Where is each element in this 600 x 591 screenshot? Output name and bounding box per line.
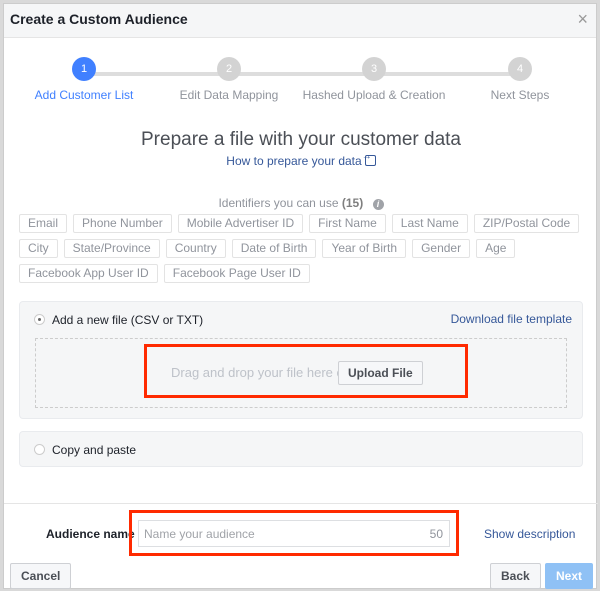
step-label: Add Customer List bbox=[34, 88, 134, 102]
tag-row: Email Phone Number Mobile Advertiser ID … bbox=[19, 214, 580, 233]
identifier-tag: Facebook App User ID bbox=[19, 264, 158, 283]
identifier-tag: First Name bbox=[309, 214, 386, 233]
identifier-tag: Country bbox=[165, 239, 226, 258]
highlight-box-audience-name bbox=[129, 510, 459, 556]
step-4: 4 Next Steps bbox=[440, 57, 600, 102]
identifier-tag: State/Province bbox=[63, 239, 160, 258]
identifier-tag: Age bbox=[476, 239, 516, 258]
identifiers-count: (15) bbox=[341, 196, 364, 210]
tag-row: Facebook App User ID Facebook Page User … bbox=[19, 264, 579, 283]
footer-divider bbox=[4, 503, 598, 504]
identifier-tag: Last Name bbox=[391, 214, 468, 233]
copy-paste-radio[interactable] bbox=[34, 444, 45, 455]
step-3: 3 Hashed Upload & Creation bbox=[294, 57, 454, 102]
stepper: 1 Add Customer List 2 Edit Data Mapping … bbox=[4, 57, 598, 107]
close-icon[interactable]: × bbox=[577, 10, 588, 28]
identifier-tag: ZIP/Postal Code bbox=[473, 214, 580, 233]
dialog-title: Create a Custom Audience bbox=[10, 11, 188, 27]
identifier-tag: City bbox=[19, 239, 58, 258]
page-title: Prepare a file with your customer data bbox=[141, 129, 461, 150]
tag-row: City State/Province Country Date of Birt… bbox=[19, 239, 579, 258]
step-1: 1 Add Customer List bbox=[4, 57, 164, 102]
step-label: Hashed Upload & Creation bbox=[302, 88, 446, 102]
cancel-button[interactable]: Cancel bbox=[10, 563, 72, 589]
upload-file-radio[interactable] bbox=[34, 314, 45, 325]
back-button[interactable]: Back bbox=[490, 563, 541, 589]
identifier-tag: Gender bbox=[412, 239, 471, 258]
identifier-tag: Facebook Page User ID bbox=[163, 264, 310, 283]
identifier-tag: Date of Birth bbox=[231, 239, 317, 258]
upload-file-label[interactable]: Add a new file (CSV or TXT) bbox=[52, 313, 203, 327]
identifier-tag: Mobile Advertiser ID bbox=[177, 214, 304, 233]
external-link-icon bbox=[362, 151, 376, 166]
identifier-tag: Phone Number bbox=[73, 214, 172, 233]
step-number: 3 bbox=[362, 57, 386, 81]
identifier-tag: Year of Birth bbox=[322, 239, 407, 258]
identifiers-heading: Identifiers you can use (15) i bbox=[4, 196, 598, 210]
step-number: 2 bbox=[217, 57, 241, 81]
info-icon[interactable]: i bbox=[372, 199, 384, 210]
create-custom-audience-dialog: Create a Custom Audience × 1 Add Custome… bbox=[3, 3, 598, 589]
step-number: 1 bbox=[72, 57, 96, 81]
dialog-header: Create a Custom Audience × bbox=[4, 4, 596, 38]
audience-name-label: Audience name bbox=[46, 527, 135, 541]
step-number: 4 bbox=[508, 57, 532, 81]
download-template-link[interactable]: Download file template bbox=[451, 312, 572, 326]
identifier-tags: Email Phone Number Mobile Advertiser ID … bbox=[19, 214, 580, 289]
step-label: Edit Data Mapping bbox=[179, 88, 279, 102]
identifier-tag: Email bbox=[19, 214, 68, 233]
step-label: Next Steps bbox=[490, 88, 550, 102]
identifiers-label: Identifiers you can use bbox=[218, 196, 339, 210]
next-button[interactable]: Next bbox=[545, 563, 593, 589]
highlight-box-upload bbox=[144, 344, 468, 398]
howto-link[interactable]: How to prepare your data bbox=[4, 151, 598, 168]
copy-paste-label[interactable]: Copy and paste bbox=[52, 443, 136, 457]
howto-link-text[interactable]: How to prepare your data bbox=[226, 154, 361, 168]
step-2: 2 Edit Data Mapping bbox=[149, 57, 309, 102]
show-description-link[interactable]: Show description bbox=[484, 527, 575, 541]
copy-paste-panel: Copy and paste bbox=[19, 431, 583, 467]
